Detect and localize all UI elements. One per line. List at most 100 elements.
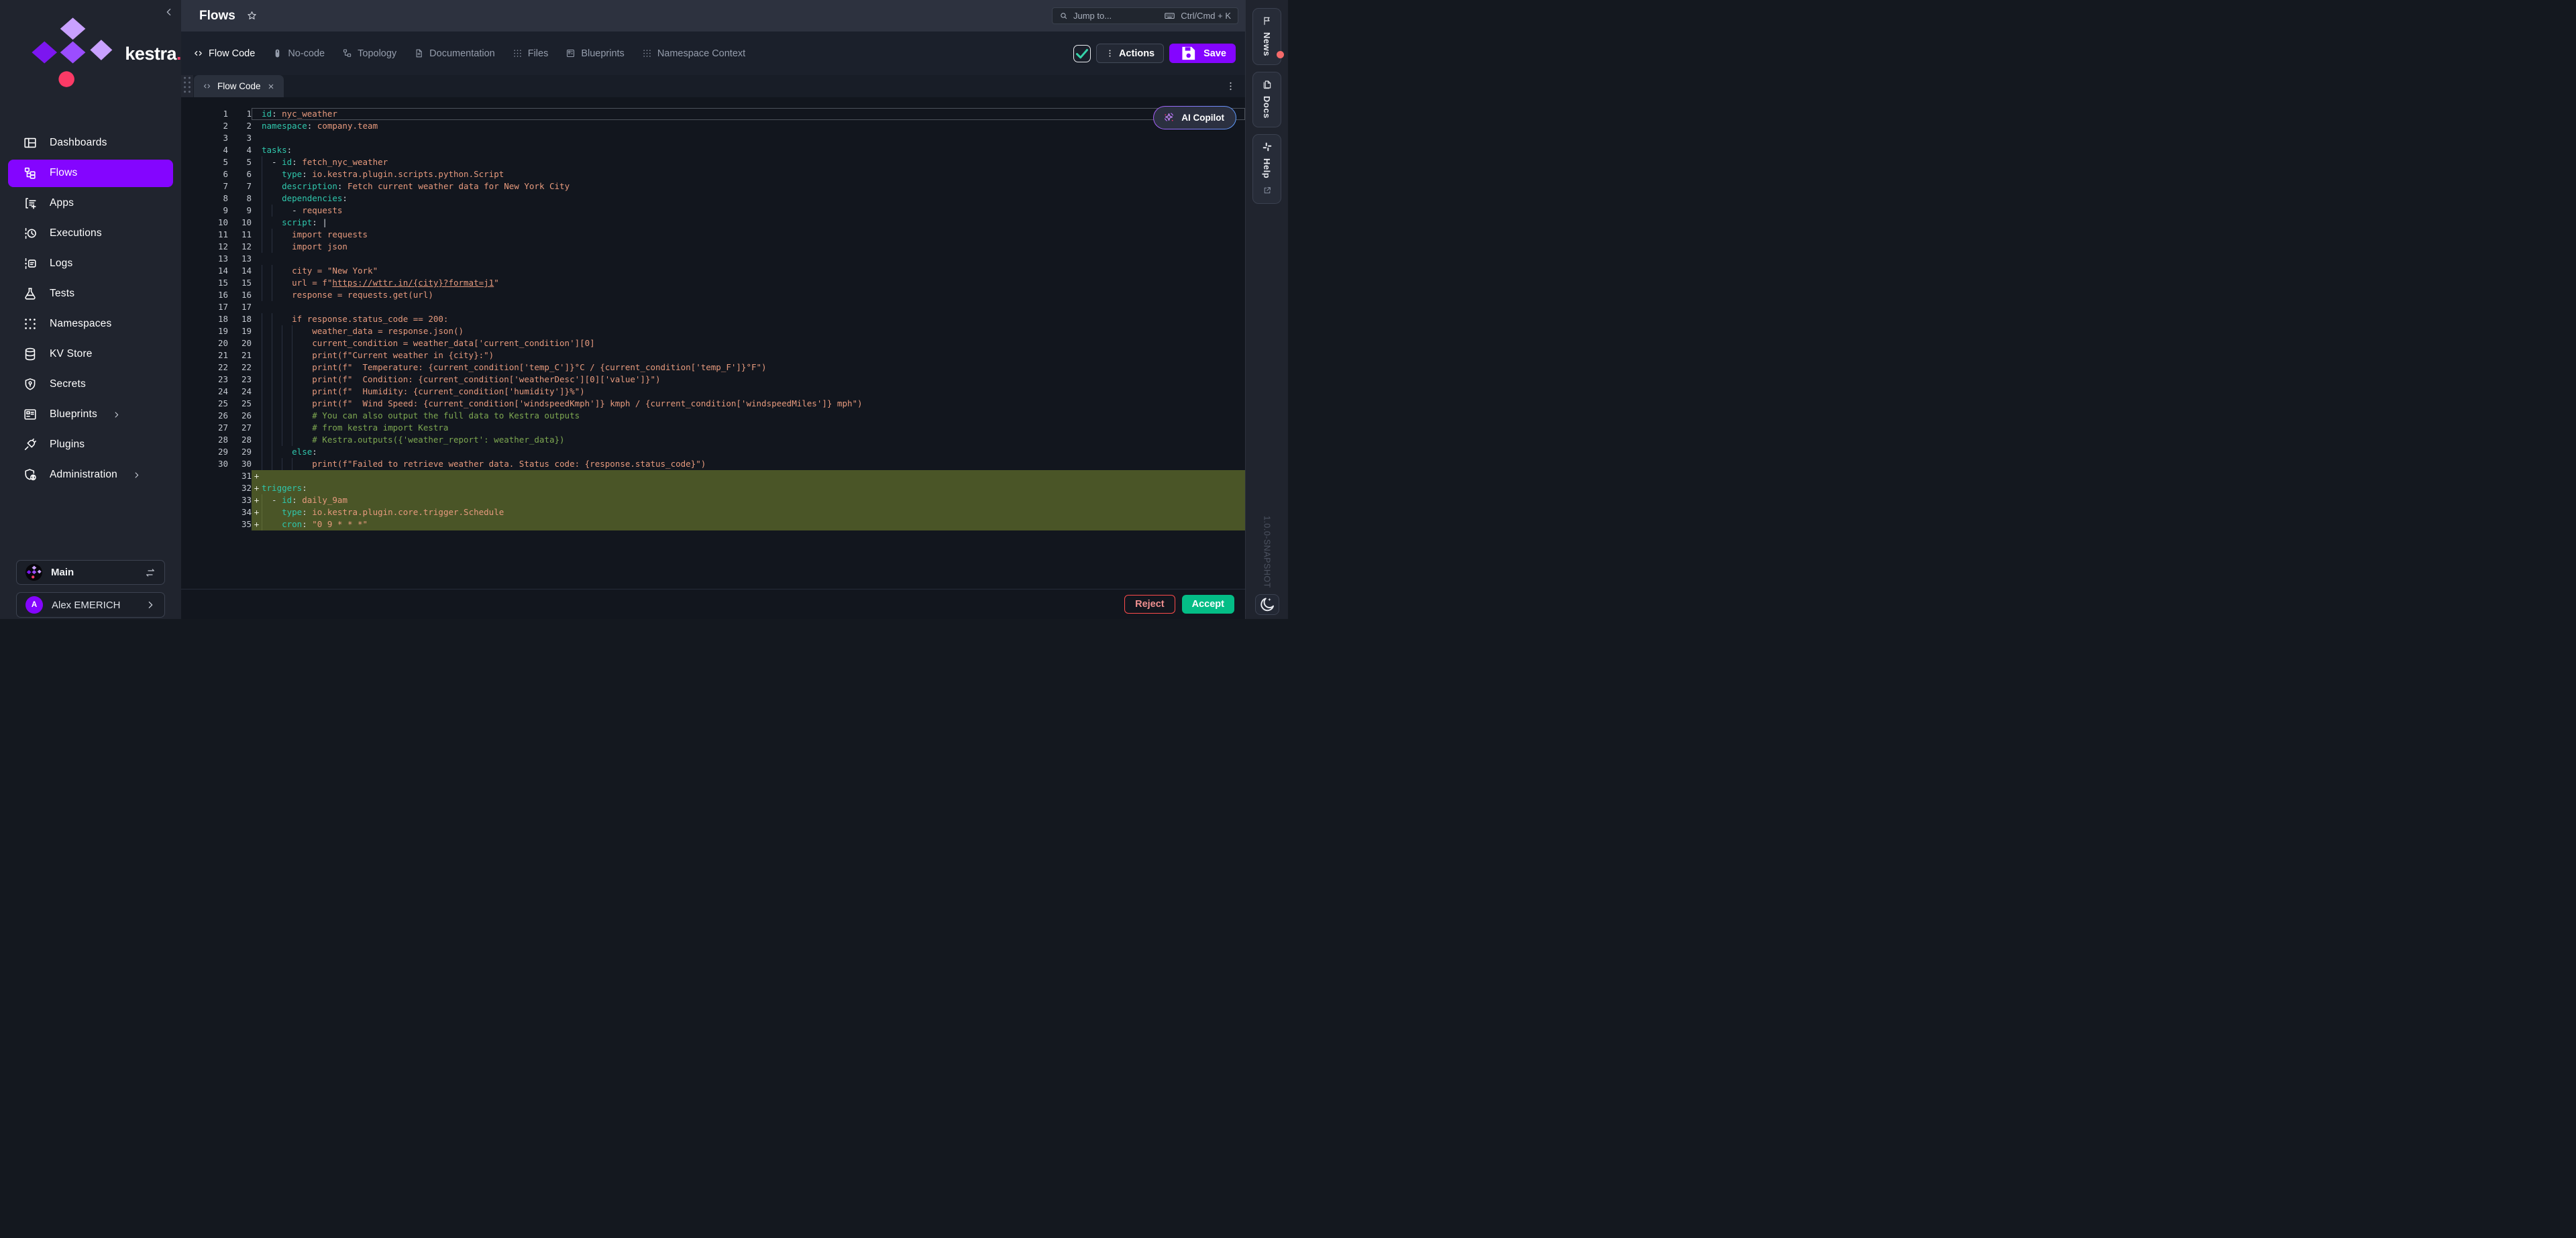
validation-check-button[interactable] bbox=[1073, 45, 1091, 62]
code-line[interactable]: 44tasks: bbox=[195, 144, 1245, 156]
tab-documentation[interactable]: Documentation bbox=[414, 48, 495, 59]
code-line[interactable]: 1717 bbox=[195, 301, 1245, 313]
code-line[interactable]: 1818 if response.status_code == 200: bbox=[195, 313, 1245, 325]
code-line[interactable]: 2525 print(f" Wind Speed: {current_condi… bbox=[195, 398, 1245, 410]
code-line[interactable]: 2626 # You can also output the full data… bbox=[195, 410, 1245, 422]
line-number-new: 2 bbox=[228, 120, 252, 132]
actions-button[interactable]: Actions bbox=[1096, 44, 1164, 63]
tab-topology[interactable]: Topology bbox=[342, 48, 396, 59]
avatar: A bbox=[25, 596, 43, 614]
ai-copilot-button[interactable]: AI Copilot bbox=[1153, 106, 1236, 129]
line-number-new: 32 bbox=[228, 482, 252, 494]
tenant-selector[interactable]: Main bbox=[16, 560, 165, 585]
diff-marker bbox=[252, 168, 262, 180]
topology-icon bbox=[342, 48, 352, 58]
favorite-star-icon[interactable] bbox=[246, 10, 258, 21]
code-line[interactable]: 88 dependencies: bbox=[195, 192, 1245, 205]
editor-options-kebab-icon[interactable] bbox=[1226, 81, 1236, 91]
drag-handle[interactable] bbox=[181, 75, 193, 97]
accept-button[interactable]: Accept bbox=[1182, 595, 1234, 614]
line-number-old: 14 bbox=[195, 265, 228, 277]
search-shortcut: Ctrl/Cmd + K bbox=[1181, 11, 1231, 21]
sidebar-item-dashboards[interactable]: Dashboards bbox=[8, 129, 173, 157]
code-line[interactable]: 1515 url = f"https://wttr.in/{city}?form… bbox=[195, 277, 1245, 289]
code-editor[interactable]: 11id: nyc_weather22namespace: company.te… bbox=[181, 97, 1245, 619]
sidebar-item-administration[interactable]: Administration bbox=[8, 461, 173, 489]
tab-flow-code[interactable]: Flow Code bbox=[193, 48, 255, 59]
tab-files[interactable]: Files bbox=[513, 48, 549, 59]
code-line[interactable]: 2828 # Kestra.outputs({'weather_report':… bbox=[195, 434, 1245, 446]
swap-tenant-icon[interactable] bbox=[145, 567, 156, 578]
line-number-old bbox=[195, 506, 228, 518]
mouse-icon bbox=[272, 48, 282, 58]
code-line[interactable]: 55 - id: fetch_nyc_weather bbox=[195, 156, 1245, 168]
code-line[interactable]: 33 bbox=[195, 132, 1245, 144]
code-line[interactable]: 1919 weather_data = response.json() bbox=[195, 325, 1245, 337]
sidebar-item-secrets[interactable]: Secrets bbox=[8, 371, 173, 398]
sidebar-menu: Dashboards Flows Apps Executions LogsTests Na… bbox=[0, 127, 181, 560]
code-line[interactable]: 11id: nyc_weather bbox=[195, 108, 1245, 120]
rail-tab-help[interactable]: Help bbox=[1252, 134, 1281, 204]
sidebar-item-namespaces[interactable]: Namespaces bbox=[8, 311, 173, 338]
tab-blueprints[interactable]: Blueprints bbox=[566, 48, 624, 59]
sidebar-item-apps[interactable]: Apps bbox=[8, 190, 173, 217]
sidebar-item-logs[interactable]: Logs bbox=[8, 250, 173, 278]
logo-link[interactable]: kestra. bbox=[0, 0, 181, 92]
jump-to-search[interactable]: Jump to... Ctrl/Cmd + K bbox=[1052, 7, 1238, 24]
tab-no-code[interactable]: No-code bbox=[272, 48, 325, 59]
code-line[interactable]: 34+ type: io.kestra.plugin.core.trigger.… bbox=[195, 506, 1245, 518]
save-button[interactable]: Save bbox=[1169, 44, 1236, 63]
code-line[interactable]: 2929 else: bbox=[195, 446, 1245, 458]
user-menu[interactable]: A Alex EMERICH bbox=[16, 592, 165, 618]
keyboard-icon bbox=[1164, 10, 1175, 21]
notification-badge bbox=[1277, 51, 1284, 58]
theme-toggle-button[interactable] bbox=[1255, 594, 1279, 615]
sidebar-item-blueprints[interactable]: Blueprints bbox=[8, 401, 173, 429]
rail-tab-news[interactable]: News bbox=[1252, 8, 1281, 65]
rail-tab-docs[interactable]: Docs bbox=[1252, 72, 1281, 127]
sidebar-item-plugins[interactable]: Plugins bbox=[8, 431, 173, 459]
code-line[interactable]: 2424 print(f" Humidity: {current_conditi… bbox=[195, 386, 1245, 398]
diff-added-marker: + bbox=[252, 482, 262, 494]
code-line[interactable]: 1111 import requests bbox=[195, 229, 1245, 241]
sidebar-item-flows[interactable]: Flows bbox=[8, 160, 173, 187]
code-line[interactable]: 22namespace: company.team bbox=[195, 120, 1245, 132]
diff-marker bbox=[252, 132, 262, 144]
line-number-new: 21 bbox=[228, 349, 252, 361]
close-tab-icon[interactable] bbox=[267, 82, 275, 91]
code-line[interactable]: 2020 current_condition = weather_data['c… bbox=[195, 337, 1245, 349]
sidebar-item-executions[interactable]: Executions bbox=[8, 220, 173, 247]
code-line[interactable]: 66 type: io.kestra.plugin.scripts.python… bbox=[195, 168, 1245, 180]
sidebar-item-tests[interactable]: Tests bbox=[8, 280, 173, 308]
line-number-new: 29 bbox=[228, 446, 252, 458]
code-line[interactable]: 1212 import json bbox=[195, 241, 1245, 253]
code-line[interactable]: 2121 print(f"Current weather in {city}:"… bbox=[195, 349, 1245, 361]
code-line[interactable]: 2323 print(f" Condition: {current_condit… bbox=[195, 374, 1245, 386]
sidebar-collapse-button[interactable] bbox=[164, 7, 174, 17]
code-line[interactable]: 35+ cron: "0 9 * * *" bbox=[195, 518, 1245, 530]
diff-marker bbox=[252, 241, 262, 253]
code-line[interactable]: 31+ bbox=[195, 470, 1245, 482]
code-line[interactable]: 1313 bbox=[195, 253, 1245, 265]
code-area: 11id: nyc_weather22namespace: company.te… bbox=[181, 97, 1245, 530]
code-line[interactable]: 1010 script: | bbox=[195, 217, 1245, 229]
tab-namespace-context[interactable]: Namespace Context bbox=[642, 48, 745, 59]
code-line[interactable]: 2222 print(f" Temperature: {current_cond… bbox=[195, 361, 1245, 374]
diff-added-marker: + bbox=[252, 506, 262, 518]
code-line[interactable]: 1414 city = "New York" bbox=[195, 265, 1245, 277]
code-line[interactable]: 1616 response = requests.get(url) bbox=[195, 289, 1245, 301]
editor-tab-flow-code[interactable]: Flow Code bbox=[194, 75, 284, 97]
diff-added-marker: + bbox=[252, 494, 262, 506]
code-line[interactable]: 99 - requests bbox=[195, 205, 1245, 217]
diff-marker bbox=[252, 410, 262, 422]
code-line[interactable]: 33+ - id: daily_9am bbox=[195, 494, 1245, 506]
reject-button[interactable]: Reject bbox=[1124, 595, 1175, 614]
diff-marker bbox=[252, 301, 262, 313]
code-line[interactable]: 77 description: Fetch current weather da… bbox=[195, 180, 1245, 192]
code-line[interactable]: 3030 print(f"Failed to retrieve weather … bbox=[195, 458, 1245, 470]
sidebar-item-label: Dashboards bbox=[50, 137, 107, 149]
code-line[interactable]: 2727 # from kestra import Kestra bbox=[195, 422, 1245, 434]
flows-icon bbox=[23, 166, 38, 180]
code-line[interactable]: 32+triggers: bbox=[195, 482, 1245, 494]
sidebar-item-kv-store[interactable]: KV Store bbox=[8, 341, 173, 368]
